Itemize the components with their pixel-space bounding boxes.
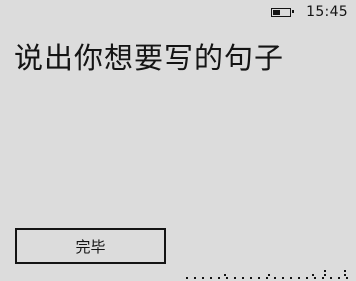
progress-dot — [298, 277, 300, 279]
speech-prompt-title: 说出你想要写的句子 — [14, 41, 285, 75]
battery-level-fill — [273, 9, 281, 15]
progress-dot — [186, 277, 188, 279]
progress-dot — [282, 277, 284, 279]
progress-dot — [346, 277, 348, 279]
progress-dot — [266, 277, 268, 279]
progress-dot — [258, 277, 260, 279]
status-bar: 15:45 — [271, 0, 356, 24]
progress-dot — [322, 277, 324, 279]
progress-dot — [268, 274, 270, 276]
done-button[interactable]: 完毕 — [15, 228, 166, 264]
progress-dot — [218, 277, 220, 279]
progress-dot — [324, 270, 326, 272]
progress-dot — [226, 277, 228, 279]
progress-dot — [290, 277, 292, 279]
progress-dot — [324, 274, 326, 276]
progress-dot — [210, 277, 212, 279]
listening-dots-indicator — [184, 266, 356, 281]
progress-dot — [274, 277, 276, 279]
progress-dot — [194, 277, 196, 279]
progress-dot — [344, 274, 346, 276]
progress-dot — [314, 277, 316, 279]
progress-dot — [234, 277, 236, 279]
status-time: 15:45 — [306, 4, 348, 20]
progress-dot — [344, 270, 346, 272]
progress-dot — [242, 277, 244, 279]
progress-dot — [250, 277, 252, 279]
progress-dot — [330, 277, 332, 279]
progress-dot — [306, 277, 308, 279]
progress-dot — [224, 274, 226, 276]
progress-dot — [312, 274, 314, 276]
battery-icon — [271, 7, 295, 17]
progress-dot — [202, 277, 204, 279]
progress-dot — [338, 277, 340, 279]
